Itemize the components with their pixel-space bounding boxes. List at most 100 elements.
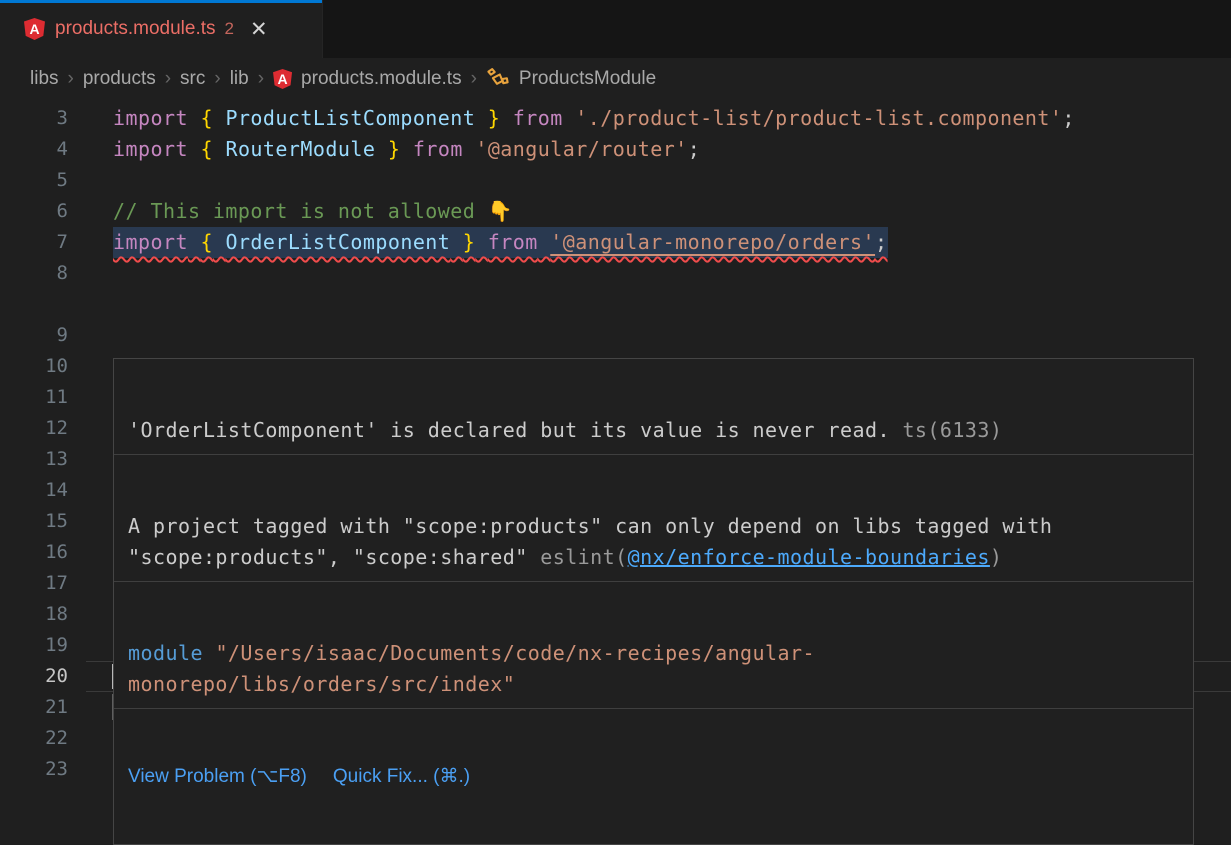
class-symbol-icon: [486, 67, 510, 91]
hover-ts-text: 'OrderListComponent' is declared but its…: [128, 418, 890, 442]
line-number[interactable]: 6: [0, 196, 68, 227]
line-number[interactable]: 7: [0, 227, 68, 258]
token: ;: [875, 230, 888, 254]
token: import: [113, 137, 188, 161]
error-hover-widget: 'OrderListComponent' is declared but its…: [113, 358, 1194, 845]
hover-eslint-source-open: eslint(: [528, 545, 628, 569]
token: [213, 106, 226, 130]
line-number[interactable]: 19: [0, 630, 68, 661]
row-spacer[interactable]: [0, 289, 1231, 320]
token: [375, 137, 388, 161]
token: }: [488, 106, 501, 130]
line-number[interactable]: 22: [0, 723, 68, 754]
token: [475, 106, 488, 130]
line-number[interactable]: 11: [0, 382, 68, 413]
line-number[interactable]: 21: [0, 692, 68, 723]
line-number[interactable]: 12: [0, 413, 68, 444]
view-problem-action[interactable]: View Problem (⌥F8): [128, 765, 307, 788]
hover-eslint-line1: A project tagged with "scope:products" c…: [128, 514, 1052, 538]
line-number[interactable]: 3: [0, 103, 68, 134]
code-text: import { OrderListComponent } from '@ang…: [113, 227, 888, 258]
token: }: [463, 230, 476, 254]
module-keyword: module: [128, 641, 215, 665]
eslint-rule-link[interactable]: @nx/enforce-module-boundaries: [628, 545, 990, 569]
breadcrumb-item-lib[interactable]: lib: [230, 68, 249, 90]
hover-eslint-source-close: ): [990, 545, 1003, 569]
token: [563, 106, 576, 130]
token: [500, 106, 513, 130]
token: ;: [688, 137, 701, 161]
code-text: // This import is not allowed 👇: [113, 196, 513, 227]
token: {: [200, 106, 213, 130]
editor[interactable]: 3 import { ProductListComponent } from '.…: [0, 100, 1231, 780]
code-line-6[interactable]: 6 // This import is not allowed 👇: [0, 196, 1231, 227]
line-number[interactable]: 15: [0, 506, 68, 537]
hover-ts-source: ts(6133): [890, 418, 1002, 442]
code-line-8[interactable]: 8: [0, 258, 1231, 289]
code-line-9[interactable]: 9: [0, 320, 1231, 351]
token: {: [200, 230, 213, 254]
hover-eslint-line2: "scope:products", "scope:shared": [128, 545, 528, 569]
tab-bar: A products.module.ts 2 ✕: [0, 0, 1231, 58]
line-number[interactable]: 8: [0, 258, 68, 289]
token: OrderListComponent: [225, 230, 450, 254]
line-number[interactable]: 9: [0, 320, 68, 351]
breadcrumb-item-products[interactable]: products: [83, 68, 156, 90]
token: ProductListComponent: [225, 106, 475, 130]
line-number[interactable]: 4: [0, 134, 68, 165]
code-line-3[interactable]: 3 import { ProductListComponent } from '.…: [0, 103, 1231, 134]
module-path-line2: monorepo/libs/orders/src/index": [128, 672, 515, 696]
token: [188, 106, 201, 130]
breadcrumb-item-file[interactable]: products.module.ts: [301, 68, 462, 90]
line-number[interactable]: 23: [0, 754, 68, 785]
token: [188, 230, 201, 254]
chevron-right-icon: ›: [165, 68, 171, 90]
tab-title: products.module.ts: [55, 18, 216, 40]
close-icon[interactable]: ✕: [250, 19, 268, 40]
token: '@angular/router': [475, 137, 687, 161]
module-path-line1: "/Users/isaac/Documents/code/nx-recipes/…: [215, 641, 815, 665]
tab-problems-badge: 2: [225, 19, 234, 39]
line-number[interactable]: 14: [0, 475, 68, 506]
token: import: [113, 230, 188, 254]
code-text: import { ProductListComponent } from './…: [113, 103, 1075, 134]
token: from: [488, 230, 538, 254]
chevron-right-icon: ›: [471, 68, 477, 90]
chevron-right-icon: ›: [214, 68, 220, 90]
line-number[interactable]: 5: [0, 165, 68, 196]
code-line-5[interactable]: 5: [0, 165, 1231, 196]
token: [538, 230, 551, 254]
token: [188, 137, 201, 161]
breadcrumb-item-libs[interactable]: libs: [30, 68, 59, 90]
token: from: [413, 137, 463, 161]
hover-message-ts: 'OrderListComponent' is declared but its…: [114, 407, 1193, 455]
line-number[interactable]: 20: [0, 661, 68, 692]
hover-module-path: module "/Users/isaac/Documents/code/nx-r…: [114, 630, 1193, 709]
token: [213, 230, 226, 254]
token: from: [513, 106, 563, 130]
chevron-right-icon: ›: [68, 68, 74, 90]
line-number[interactable]: 16: [0, 537, 68, 568]
line-number[interactable]: 18: [0, 599, 68, 630]
token: [213, 137, 226, 161]
breadcrumb: libs › products › src › lib › A products…: [0, 58, 1231, 100]
angular-icon: A: [273, 69, 292, 89]
code-line-4[interactable]: 4 import { RouterModule } from '@angular/…: [0, 134, 1231, 165]
line-number[interactable]: 17: [0, 568, 68, 599]
code-text: import { RouterModule } from '@angular/r…: [113, 134, 700, 165]
token: ;: [1062, 106, 1075, 130]
quick-fix-action[interactable]: Quick Fix... (⌘.): [333, 765, 470, 788]
angular-icon: A: [24, 18, 45, 40]
token: {: [200, 137, 213, 161]
token: [450, 230, 463, 254]
line-number[interactable]: 10: [0, 351, 68, 382]
line-number[interactable]: 13: [0, 444, 68, 475]
token: [400, 137, 413, 161]
code-line-7[interactable]: 7 import { OrderListComponent } from '@an…: [0, 227, 1231, 258]
breadcrumb-item-symbol[interactable]: ProductsModule: [519, 68, 656, 90]
hover-message-eslint: A project tagged with "scope:products" c…: [114, 503, 1193, 582]
token: '@angular-monorepo/orders': [550, 230, 875, 254]
breadcrumb-item-src[interactable]: src: [180, 68, 205, 90]
token: [463, 137, 476, 161]
tab-products-module[interactable]: A products.module.ts 2 ✕: [0, 0, 323, 58]
